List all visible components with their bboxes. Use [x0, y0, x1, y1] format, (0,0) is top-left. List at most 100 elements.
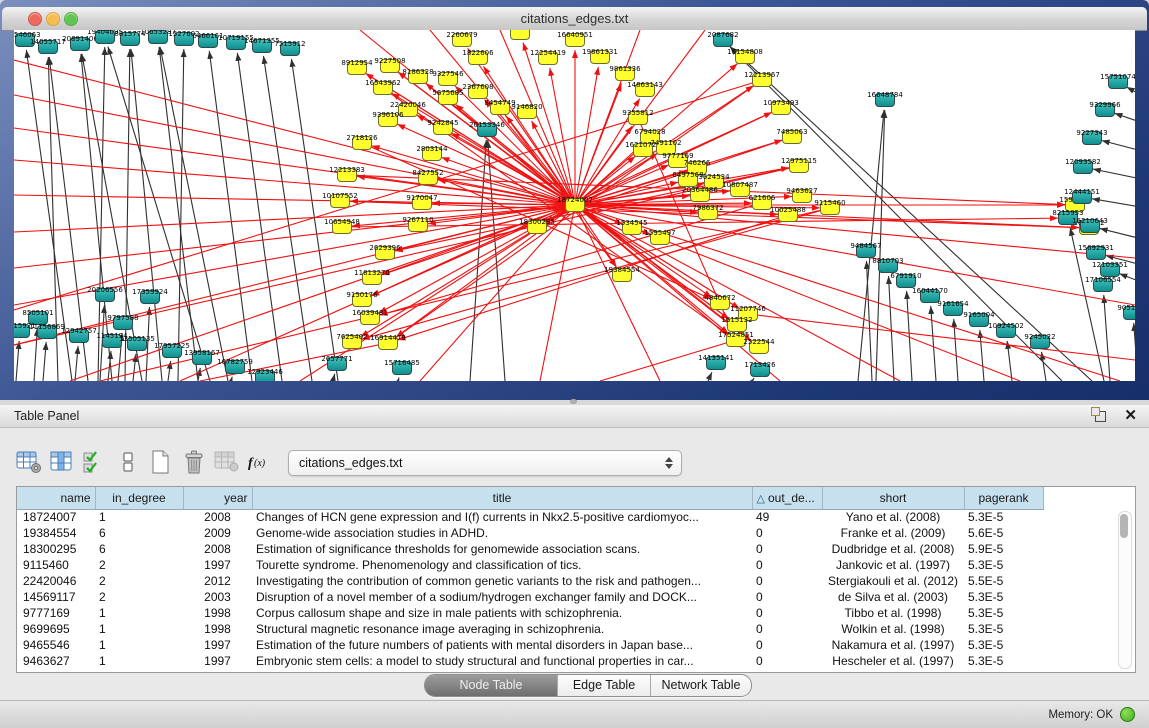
- column-header[interactable]: △out_de...: [752, 487, 822, 509]
- graph-node[interactable]: 8186328: [408, 70, 428, 84]
- new-document-button[interactable]: [146, 448, 176, 478]
- graph-node[interactable]: 10653287: [148, 30, 168, 44]
- graph-node[interactable]: 12093582: [1073, 160, 1093, 174]
- table-row[interactable]: 977716911998Corpus callosum shape and si…: [17, 605, 1043, 621]
- graph-node[interactable]: 16648784: [875, 93, 895, 107]
- column-header[interactable]: pagerank: [964, 487, 1043, 509]
- graph-node[interactable]: 621606: [752, 196, 772, 210]
- graph-node[interactable]: 12942757: [69, 329, 89, 343]
- graph-node[interactable]: 1527602: [174, 32, 194, 46]
- graph-node[interactable]: 16914479: [378, 336, 398, 350]
- graph-node[interactable]: 12923446: [255, 370, 275, 381]
- column-visibility-button[interactable]: [47, 448, 77, 478]
- graph-node[interactable]: 1534545: [622, 221, 642, 235]
- tab-node-table[interactable]: Node Table: [425, 675, 558, 696]
- graph-node[interactable]: 6466161: [198, 34, 218, 48]
- graph-node[interactable]: 2803144: [422, 147, 442, 161]
- graph-node[interactable]: 12975115: [789, 159, 809, 173]
- graph-node[interactable]: 10025488: [778, 208, 798, 222]
- graph-node[interactable]: 6791910: [896, 274, 916, 288]
- column-header[interactable]: name: [17, 487, 95, 509]
- delete-table-button[interactable]: [179, 448, 209, 478]
- graph-node[interactable]: 15751074: [1108, 75, 1128, 89]
- table-row[interactable]: 1872400712008Changes of HCN gene express…: [17, 509, 1043, 525]
- graph-node[interactable]: 10807487: [730, 183, 750, 197]
- graph-node[interactable]: 10973493: [771, 101, 791, 115]
- memory-status-light[interactable]: [1120, 707, 1135, 722]
- graph-node[interactable]: 2260679: [452, 33, 472, 47]
- table-row[interactable]: 1830029562008Estimation of significance …: [17, 541, 1043, 557]
- graph-node[interactable]: 14863143: [635, 83, 655, 97]
- graph-node[interactable]: 20206556: [95, 288, 115, 302]
- graph-node[interactable]: 2367608: [468, 85, 488, 99]
- graph-node[interactable]: 6497568: [678, 173, 698, 187]
- graph-node[interactable]: 9396106: [378, 113, 398, 127]
- graph-node[interactable]: 9051015: [1123, 306, 1135, 320]
- graph-node[interactable]: 1615132: [727, 318, 747, 332]
- table-row[interactable]: 1938455462009Genome-wide association stu…: [17, 525, 1043, 541]
- float-window-icon[interactable]: [1095, 411, 1106, 422]
- graph-node[interactable]: 9227508: [380, 59, 400, 73]
- function-builder-button[interactable]: f(x): [245, 448, 275, 478]
- graph-node[interactable]: 9484567: [856, 244, 876, 258]
- graph-node[interactable]: 3915921: [14, 324, 30, 338]
- graph-node[interactable]: 11156869: [37, 325, 57, 339]
- graph-node[interactable]: 20891406: [70, 37, 90, 51]
- graph-node[interactable]: 14671355: [252, 39, 272, 53]
- graph-node[interactable]: 18300295: [527, 220, 547, 234]
- graph-node[interactable]: 9245022: [1030, 335, 1050, 349]
- table-row[interactable]: 2242004622012Investigating the contribut…: [17, 573, 1043, 589]
- graph-node[interactable]: 7625402: [342, 335, 362, 349]
- graph-node[interactable]: 14135141: [706, 356, 726, 370]
- graph-node[interactable]: 9329966: [1095, 103, 1115, 117]
- graph-node[interactable]: 7485063: [782, 130, 802, 144]
- graph-node[interactable]: 16640951: [565, 33, 585, 47]
- graph-node[interactable]: 7986372: [698, 206, 718, 220]
- graph-node[interactable]: 9861336: [615, 67, 635, 81]
- import-table-button[interactable]: [212, 448, 242, 478]
- graph-node[interactable]: 9242845: [433, 121, 453, 135]
- graph-node[interactable]: 19861331: [590, 50, 610, 64]
- graph-node[interactable]: 9267110: [408, 218, 428, 232]
- table-row[interactable]: 911546021997Tourette syndrome. Phenomeno…: [17, 557, 1043, 573]
- graph-node[interactable]: 9327546: [438, 72, 458, 86]
- graph-node[interactable]: 9463627: [792, 189, 812, 203]
- graph-node[interactable]: 16782759: [225, 360, 245, 374]
- tab-network-table[interactable]: Network Table: [651, 675, 751, 696]
- table-select-dropdown[interactable]: citations_edges.txt: [288, 450, 682, 476]
- graph-node[interactable]: 2657771: [327, 357, 347, 371]
- graph-node[interactable]: 16154808: [735, 50, 755, 64]
- graph-node[interactable]: 8427552: [418, 171, 438, 185]
- graph-node[interactable]: 1713426: [750, 363, 770, 377]
- graph-node[interactable]: 9161654: [943, 302, 963, 316]
- graph-node[interactable]: 1595497: [650, 231, 670, 245]
- table-row[interactable]: 946554611997Estimation of the future num…: [17, 637, 1043, 653]
- graph-node[interactable]: 9150176: [352, 293, 372, 307]
- graph-node[interactable]: 9797588: [113, 316, 133, 330]
- scrollbar-thumb[interactable]: [1120, 514, 1128, 538]
- graph-node[interactable]: 12444151: [1072, 190, 1092, 204]
- table-row[interactable]: 946362711997Embryonic stem cells: a mode…: [17, 653, 1043, 669]
- graph-node[interactable]: 15716485: [392, 361, 412, 375]
- graph-node[interactable]: 19404095: [95, 30, 115, 44]
- graph-node[interactable]: 8136304: [510, 30, 530, 40]
- graph-node[interactable]: 9170047: [412, 196, 432, 210]
- graph-node[interactable]: 16543962: [373, 81, 393, 95]
- graph-node[interactable]: 5675685: [438, 91, 458, 105]
- graph-node[interactable]: 9115460: [820, 201, 840, 215]
- graph-node[interactable]: 20153346: [477, 123, 497, 137]
- graph-node[interactable]: 16210643: [1080, 219, 1100, 233]
- table-settings-button[interactable]: [14, 448, 44, 478]
- graph-node[interactable]: 12103351: [1100, 263, 1120, 277]
- graph-node[interactable]: 9355812: [628, 111, 648, 125]
- graph-node[interactable]: 18724007: [565, 198, 585, 212]
- network-view-canvas[interactable]: 18724007 8912954 9227508 8186328 9327546 1654…: [14, 30, 1135, 381]
- graph-node[interactable]: 8912954: [347, 61, 367, 75]
- column-header[interactable]: title: [252, 487, 752, 509]
- graph-node[interactable]: 10924502: [996, 324, 1016, 338]
- graph-node[interactable]: 10654948: [332, 220, 352, 234]
- graph-node[interactable]: 12213383: [337, 168, 357, 182]
- graph-node[interactable]: 13958167: [192, 351, 212, 365]
- graph-node[interactable]: 7515912: [280, 42, 300, 56]
- graph-node[interactable]: 17106554: [1093, 278, 1113, 292]
